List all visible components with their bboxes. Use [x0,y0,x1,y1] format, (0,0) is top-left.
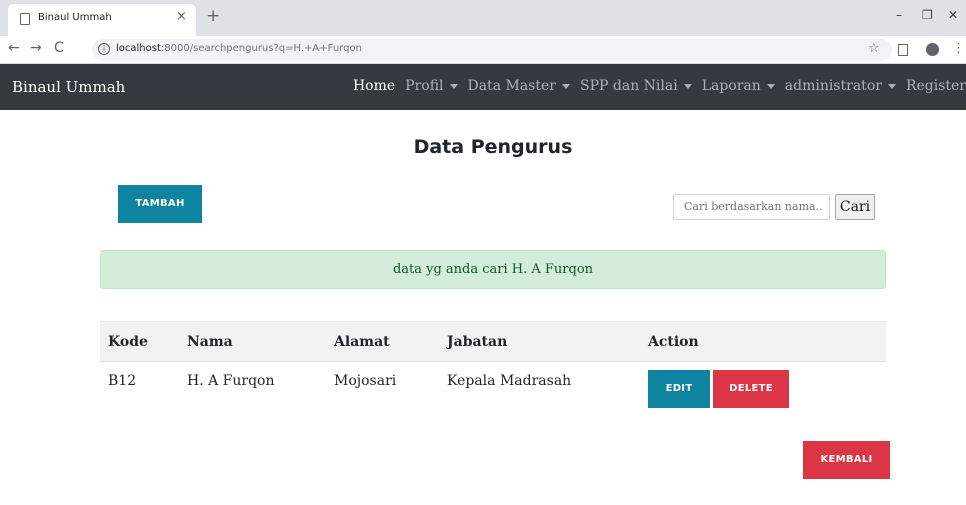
nav-item-label: administrator [784,78,882,94]
nav-item-profil[interactable]: Profil [405,78,458,94]
extension-icon[interactable] [898,44,908,56]
nav-item-laporan[interactable]: Laporan [702,78,775,94]
caret-down-icon [683,83,692,89]
info-icon[interactable]: i [98,43,110,55]
nav-item-label: Laporan [701,78,761,94]
url-host: localhost [116,43,161,54]
site-navbar: Binaul Ummah Home Profil Data Master SPP… [0,64,966,110]
table-header: Kode Nama Alamat Jabatan Action [100,321,886,361]
delete-button[interactable]: DELETE [713,370,789,408]
caret-down-icon [887,83,896,89]
page-title: Data Pengurus [413,136,573,158]
search-result-alert: data yg anda cari H. A Furqon [100,250,886,289]
nav-item-label: Register [905,78,966,94]
nav-item-label: SPP dan Nilai [580,78,678,94]
restore-icon[interactable]: ❐ [922,8,933,22]
tab-close-icon[interactable]: × [176,9,187,24]
browser-tab-bar: Binaul Ummah × + – ❐ ✕ [0,0,966,36]
search-input[interactable]: Cari berdasarkan nama.. [673,194,830,220]
minimize-icon[interactable]: – [896,8,902,22]
new-tab-icon[interactable]: + [206,6,220,26]
nav-item-administrator[interactable]: administrator [785,78,896,94]
address-bar: ← → C i localhost:8000/searchpengurus?q=… [0,36,966,64]
edit-button[interactable]: EDIT [648,370,710,408]
tambah-button[interactable]: TAMBAH [118,185,202,223]
nav-menu: Home Profil Data Master SPP dan Nilai La… [353,78,966,94]
url-path: :8000/searchpengurus?q=H.+A+Furqon [160,43,362,54]
caret-down-icon [449,83,458,89]
cell-nama: H. A Furqon [187,373,275,389]
bookmark-star-icon[interactable]: ☆ [868,41,880,56]
nav-item-data-master[interactable]: Data Master [468,78,570,94]
search-button[interactable]: Cari [835,194,875,220]
window-close-icon[interactable]: ✕ [948,8,958,22]
forward-icon[interactable]: → [30,40,42,56]
cell-alamat: Mojosari [334,373,397,389]
profile-icon[interactable] [926,43,939,56]
nav-item-spp-dan-nilai[interactable]: SPP dan Nilai [580,78,692,94]
browser-menu-icon[interactable]: ⋮ [952,41,965,56]
back-icon[interactable]: ← [8,40,20,56]
brand-logo-text[interactable]: Binaul Ummah [12,78,125,96]
nav-item-label: Home [352,78,396,94]
nav-item-label: Profil [405,78,444,94]
nav-item-home[interactable]: Home [353,78,395,94]
url-field[interactable]: i localhost:8000/searchpengurus?q=H.+A+F… [92,39,892,61]
header-action: Action [648,334,699,350]
page-icon [20,13,30,25]
url-text: localhost:8000/searchpengurus?q=H.+A+Fur… [116,43,362,54]
kembali-button[interactable]: KEMBALI [803,441,890,479]
caret-down-icon [562,83,570,89]
cell-kode: B12 [108,373,137,389]
header-kode: Kode [108,334,148,350]
tab-title: Binaul Ummah [38,12,112,23]
nav-item-register[interactable]: Register [906,78,966,94]
header-nama: Nama [187,334,233,350]
browser-tab[interactable]: Binaul Ummah × [8,4,196,36]
cell-jabatan: Kepala Madrasah [447,373,572,389]
header-alamat: Alamat [334,334,390,350]
caret-down-icon [766,83,775,89]
header-jabatan: Jabatan [447,334,508,350]
reload-icon[interactable]: C [54,40,64,56]
nav-item-label: Data Master [467,78,556,94]
